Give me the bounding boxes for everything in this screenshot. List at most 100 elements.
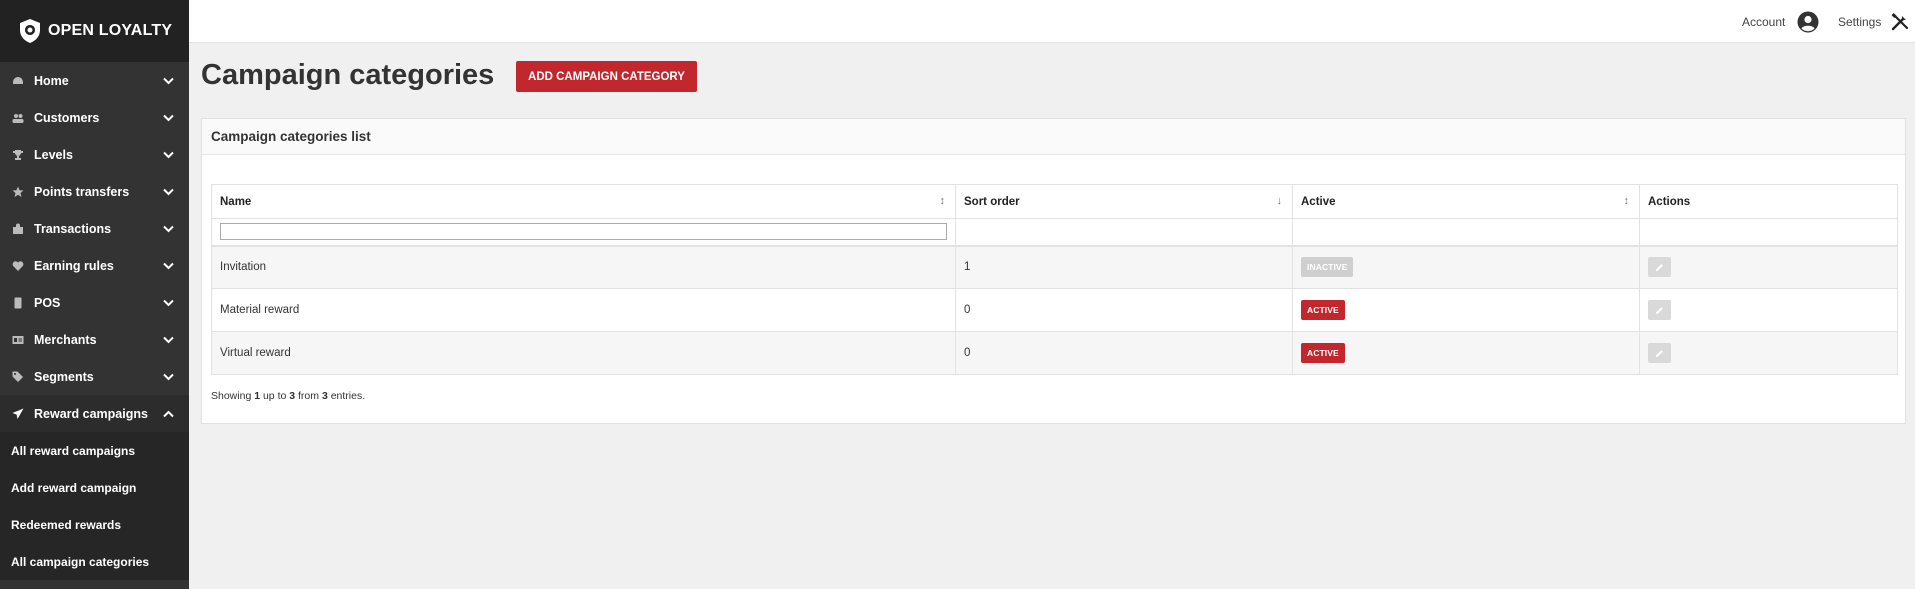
heart-icon (10, 260, 26, 272)
filter-cell (1292, 218, 1640, 247)
column-header-name[interactable]: Name ↕ (211, 184, 956, 219)
sidebar-item-label: Levels (34, 147, 73, 162)
sidebar-item-customers[interactable]: Customers (0, 99, 189, 136)
page-title: Campaign categories (201, 59, 495, 91)
tools-icon (1891, 12, 1909, 30)
id-card-icon (10, 334, 26, 346)
filter-cell (1639, 218, 1898, 247)
star-icon (10, 186, 26, 198)
campaign-categories-panel: Campaign categories list Name ↕ Sort ord… (201, 118, 1906, 424)
sidebar-item-label: Merchants (34, 332, 97, 347)
edit-button[interactable] (1648, 300, 1671, 320)
sidebar-item-label: Points transfers (34, 184, 130, 199)
table-info: Showing 1 up to 3 from 3 entries. (211, 390, 365, 402)
sidebar-item-label: Transactions (34, 221, 112, 236)
info-to: 3 (289, 390, 296, 402)
info-prefix: Showing (211, 390, 252, 402)
settings-menu[interactable]: Settings (1838, 0, 1909, 43)
chevron-down-icon (163, 333, 174, 347)
info-mid1: up to (262, 390, 287, 402)
column-header-label: Actions (1648, 195, 1691, 208)
sidebar-item-transactions[interactable]: Transactions (0, 210, 189, 247)
pos-icon (10, 297, 26, 309)
column-header-sort-order[interactable]: Sort order ↓ (955, 184, 1293, 219)
sort-both-icon: ↕ (1623, 195, 1630, 207)
shield-icon (20, 19, 40, 43)
cell-name: Material reward (211, 288, 956, 332)
cell-name: Virtual reward (211, 331, 956, 375)
edit-button[interactable] (1648, 343, 1671, 363)
cell-actions (1639, 288, 1898, 332)
filter-cell (955, 218, 1293, 247)
cell-active: ACTIVE (1292, 288, 1640, 332)
pencil-icon (1655, 349, 1663, 357)
sort-both-icon: ↕ (939, 195, 946, 207)
edit-button[interactable] (1648, 257, 1671, 278)
chevron-down-icon (163, 111, 174, 125)
status-badge: ACTIVE (1301, 300, 1345, 320)
column-header-active[interactable]: Active ↕ (1292, 184, 1640, 219)
cell-sort-order: 1 (955, 245, 1293, 289)
panel-title: Campaign categories list (202, 119, 1905, 155)
chevron-down-icon (163, 222, 174, 236)
pencil-icon (1655, 263, 1663, 271)
cell-name: Invitation (211, 245, 956, 289)
sidebar-item-home[interactable]: Home (0, 62, 189, 99)
add-campaign-category-button[interactable]: ADD CAMPAIGN CATEGORY (516, 61, 697, 92)
sidebar-item-label: Home (34, 73, 69, 88)
categories-table: Name ↕ Sort order ↓ Active ↕ Actions Inv… (211, 184, 1898, 375)
pencil-icon (1655, 306, 1663, 314)
info-from: 1 (254, 390, 261, 402)
submenu-item-redeemed-rewards[interactable]: Redeemed rewards (0, 506, 189, 543)
sidebar-item-pos[interactable]: POS (0, 284, 189, 321)
account-label: Account (1742, 14, 1786, 29)
column-header-label: Name (220, 195, 252, 208)
info-total: 3 (321, 390, 328, 402)
chevron-down-icon (163, 370, 174, 384)
column-header-actions: Actions (1639, 184, 1898, 219)
chevron-down-icon (163, 74, 174, 88)
info-suffix: entries. (330, 390, 366, 402)
chevron-down-icon (163, 185, 174, 199)
user-circle-icon (1797, 11, 1819, 32)
sidebar-item-reward-campaigns[interactable]: Reward campaigns (0, 395, 189, 432)
chevron-up-icon (163, 407, 174, 421)
users-icon (10, 112, 26, 124)
status-badge: ACTIVE (1301, 343, 1345, 363)
account-menu[interactable]: Account (1742, 0, 1819, 43)
paper-plane-icon (10, 408, 26, 420)
sidebar-item-label: POS (34, 295, 61, 310)
info-mid2: from (298, 390, 320, 402)
status-badge: INACTIVE (1301, 257, 1354, 278)
sort-desc-icon: ↓ (1276, 195, 1283, 207)
logo[interactable]: OPEN LOYALTY (0, 0, 189, 62)
submenu-item-all-reward-campaigns[interactable]: All reward campaigns (0, 432, 189, 469)
settings-label: Settings (1838, 14, 1882, 29)
submenu-item-add-reward-campaign[interactable]: Add reward campaign (0, 469, 189, 506)
chevron-down-icon (163, 259, 174, 273)
sidebar-item-segments[interactable]: Segments (0, 358, 189, 395)
sidebar-item-levels[interactable]: Levels (0, 136, 189, 173)
tags-icon (10, 371, 26, 383)
chevron-down-icon (163, 296, 174, 310)
cell-active: ACTIVE (1292, 331, 1640, 375)
table-row: Material reward 0 ACTIVE (211, 288, 1898, 332)
cell-actions (1639, 245, 1898, 289)
sidebar-item-earning-rules[interactable]: Earning rules (0, 247, 189, 284)
sidebar-item-label: Segments (34, 369, 94, 384)
sidebar-item-label: Reward campaigns (34, 406, 148, 421)
chevron-down-icon (163, 148, 174, 162)
sidebar-item-label: Customers (34, 110, 100, 125)
sidebar-item-merchants[interactable]: Merchants (0, 321, 189, 358)
cell-sort-order: 0 (955, 331, 1293, 375)
sidebar-item-points-transfers[interactable]: Points transfers (0, 173, 189, 210)
column-header-label: Active (1301, 195, 1336, 208)
cell-active: INACTIVE (1292, 245, 1640, 289)
dashboard-icon (10, 75, 26, 87)
name-filter-input[interactable] (220, 223, 947, 241)
filter-row (211, 218, 1898, 247)
sidebar: OPEN LOYALTY Home Customers Levels Point… (0, 0, 189, 589)
table-row: Invitation 1 INACTIVE (211, 245, 1898, 289)
submenu-item-all-campaign-categories[interactable]: All campaign categories (0, 543, 189, 580)
column-header-label: Sort order (964, 195, 1020, 208)
